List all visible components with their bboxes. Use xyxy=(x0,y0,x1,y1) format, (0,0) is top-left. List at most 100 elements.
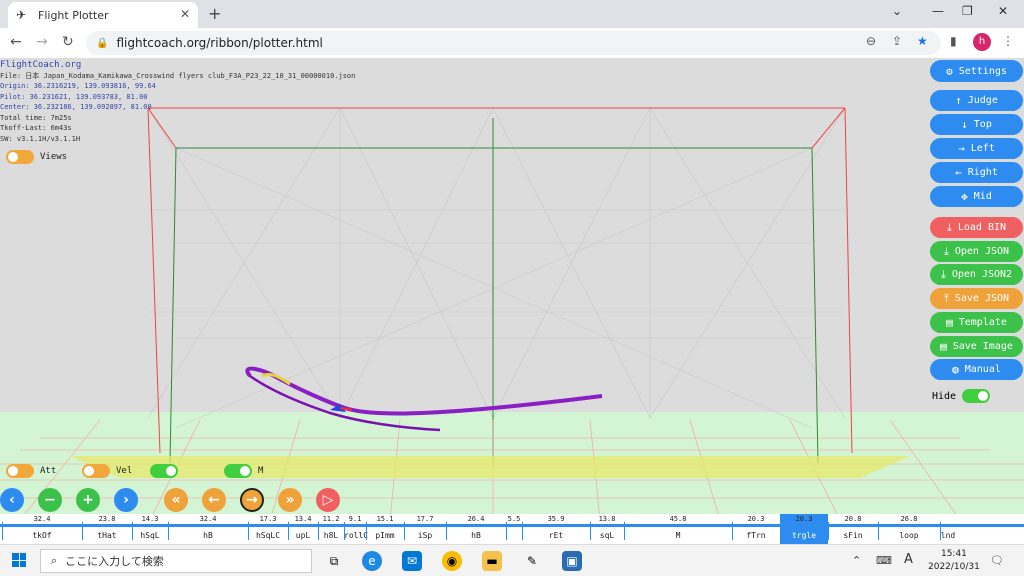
restore-icon[interactable]: ❐ xyxy=(962,4,973,18)
download-icon: ⤓ xyxy=(943,244,949,258)
taskbar-search-box[interactable]: ⌕ ここに入力して検索 xyxy=(40,549,312,573)
tab-strip: ✈ Flight Plotter ✕ + ⌄ — ❐ ✕ xyxy=(0,0,1024,28)
timeline-segment[interactable]: 17.7 iSp xyxy=(404,514,446,544)
top-view-button[interactable]: ↓ Top xyxy=(930,114,1023,135)
zoom-in-button[interactable]: + xyxy=(76,488,100,512)
task-view-icon[interactable]: ⧉ xyxy=(324,551,344,571)
timeline-segment[interactable]: 13.8 sqL xyxy=(590,514,624,544)
timeline-segment[interactable]: 15.1 pImm xyxy=(366,514,404,544)
load-bin-button[interactable]: ⤓ Load BIN xyxy=(930,217,1023,238)
timeline-segment[interactable]: 5.5 xyxy=(506,514,522,544)
sw-version: SW: v3.1.1H/v3.1.1H xyxy=(0,134,81,143)
hide-label: Hide xyxy=(932,390,957,402)
flight-path-highlight xyxy=(261,372,291,386)
left-view-button[interactable]: → Left xyxy=(930,138,1023,159)
browser-tab[interactable]: ✈ Flight Plotter ✕ xyxy=(8,2,198,28)
manual-button[interactable]: ◍ Manual xyxy=(930,359,1023,380)
mail-icon[interactable]: ✉ xyxy=(402,551,422,571)
timeline-segment-active[interactable]: 20.3 trgle xyxy=(780,514,828,544)
timeline-segment[interactable]: 20.3 fTrn xyxy=(732,514,780,544)
bookmark-star-icon[interactable]: ★ xyxy=(917,34,928,48)
save-json-button[interactable]: ⤒ Save JSON xyxy=(930,288,1023,309)
open-json2-button[interactable]: ⤓ Open JSON2 xyxy=(930,264,1023,285)
m-toggle[interactable] xyxy=(224,464,252,478)
file-explorer-icon[interactable]: ▬ xyxy=(482,551,502,571)
template-button[interactable]: ▤ Template xyxy=(930,312,1023,333)
document-icon: ▤ xyxy=(940,340,947,353)
side-panel-icon[interactable]: ▮ xyxy=(950,34,957,48)
taskbar-clock[interactable]: 15:41 2022/10/31 xyxy=(928,548,980,574)
menu-icon[interactable]: ⋮ xyxy=(1002,34,1014,48)
play-button[interactable]: ▷ xyxy=(316,488,340,512)
timeline-segment[interactable]: 35.9 rEt xyxy=(522,514,590,544)
timeline-segment[interactable]: 32.4 tkOf xyxy=(2,514,82,544)
timeline-segment[interactable]: 9.1 rollC xyxy=(344,514,368,544)
runway-strip xyxy=(70,456,910,478)
notification-icon[interactable]: 🗨 xyxy=(990,554,1004,567)
fast-forward-button[interactable]: » xyxy=(278,488,302,512)
edge-icon[interactable]: e xyxy=(362,551,382,571)
avatar[interactable]: h xyxy=(973,33,991,51)
timeline-segment[interactable]: 26.8 loop xyxy=(878,514,940,544)
search-icon: ⌕ xyxy=(51,554,58,567)
hide-toggle-row: Hide xyxy=(932,389,996,403)
photos-icon[interactable]: ▣ xyxy=(562,551,582,571)
timeline-segment[interactable]: 23.8 tHat xyxy=(82,514,132,544)
zoom-out-button[interactable]: − xyxy=(38,488,62,512)
views-toggle[interactable] xyxy=(6,150,34,164)
windows-start-icon[interactable] xyxy=(12,553,26,567)
vel-toggle-row: Vel xyxy=(82,464,132,478)
timeline-segment[interactable]: 17.3 hSqLC xyxy=(248,514,288,544)
hide-toggle[interactable] xyxy=(962,389,991,403)
timeline-segment[interactable]: lnd xyxy=(940,514,956,544)
zoom-icon[interactable]: ⊖ xyxy=(866,34,876,48)
timeline-segment[interactable]: 11.2 h8L xyxy=(318,514,344,544)
judge-view-button[interactable]: ↑ Judge xyxy=(930,90,1023,111)
vel-on-toggle[interactable] xyxy=(150,464,178,478)
keyboard-icon[interactable]: ⌨ xyxy=(876,554,892,567)
forward-icon[interactable]: → xyxy=(36,34,48,50)
gear-icon: ⚙ xyxy=(946,64,953,78)
share-icon[interactable]: ⇪ xyxy=(892,34,902,48)
fast-rewind-button[interactable]: « xyxy=(164,488,188,512)
back-icon[interactable]: ← xyxy=(10,34,22,50)
timeline-segment[interactable]: 32.4 hB xyxy=(168,514,248,544)
clock-time: 15:41 xyxy=(940,549,967,559)
tkoff-last: Tkoff-Last: 6m43s xyxy=(0,124,72,132)
close-tab-icon[interactable]: ✕ xyxy=(180,7,190,21)
chevron-down-icon[interactable]: ⌄ xyxy=(892,4,902,18)
timeline-segment[interactable]: 20.8 sFin xyxy=(828,514,878,544)
chevron-right-icon[interactable]: › xyxy=(114,488,138,512)
vel-toggle[interactable] xyxy=(82,464,110,478)
lock-icon: 🔒 xyxy=(96,37,109,49)
plot-canvas[interactable]: FlightCoach.org File: 日本 Japan_Kodama_Ka… xyxy=(0,58,1024,520)
save-image-button[interactable]: ▤ Save Image xyxy=(930,336,1023,357)
timeline-segment[interactable]: 26.4 hB xyxy=(446,514,506,544)
att-toggle-row: Att xyxy=(6,464,56,478)
right-view-button[interactable]: ← Right xyxy=(930,162,1023,183)
paint-icon[interactable]: ✎ xyxy=(522,551,542,571)
new-tab-icon[interactable]: + xyxy=(208,4,221,23)
timeline-segment[interactable]: 13.4 upL xyxy=(288,514,318,544)
window-close-icon[interactable]: ✕ xyxy=(998,4,1008,18)
chevron-up-icon[interactable]: ⌃ xyxy=(852,554,861,567)
timeline-segment[interactable]: 14.3 hSqL xyxy=(132,514,168,544)
chevron-left-icon[interactable]: ‹ xyxy=(0,488,24,512)
settings-button[interactable]: ⚙ Settings xyxy=(930,60,1023,82)
timeline-segment[interactable]: 45.8 M xyxy=(624,514,732,544)
address-bar[interactable]: 🔒 flightcoach.org/ribbon/plotter.html xyxy=(86,31,941,55)
vel-on-toggle-row xyxy=(150,464,184,478)
chrome-icon[interactable]: ◉ xyxy=(442,551,462,571)
globe-icon: ◍ xyxy=(952,363,959,376)
arrow-right-icon: → xyxy=(958,142,965,155)
open-json-button[interactable]: ⤓ Open JSON xyxy=(930,241,1023,262)
windows-taskbar: ⌕ ここに入力して検索 ⧉ e ✉ ◉ ▬ ✎ ▣ ⌃ ⌨ A 15:41 20… xyxy=(0,544,1024,576)
browser-chrome: ✈ Flight Plotter ✕ + ⌄ — ❐ ✕ ← → ↻ 🔒 fli… xyxy=(0,0,1024,60)
reload-icon[interactable]: ↻ xyxy=(62,34,74,50)
minimize-icon[interactable]: — xyxy=(932,4,944,18)
ime-indicator[interactable]: A xyxy=(904,552,913,567)
mid-view-button[interactable]: ✥ Mid xyxy=(930,186,1023,207)
step-forward-button[interactable]: → xyxy=(240,488,264,512)
step-back-button[interactable]: ← xyxy=(202,488,226,512)
att-toggle[interactable] xyxy=(6,464,34,478)
